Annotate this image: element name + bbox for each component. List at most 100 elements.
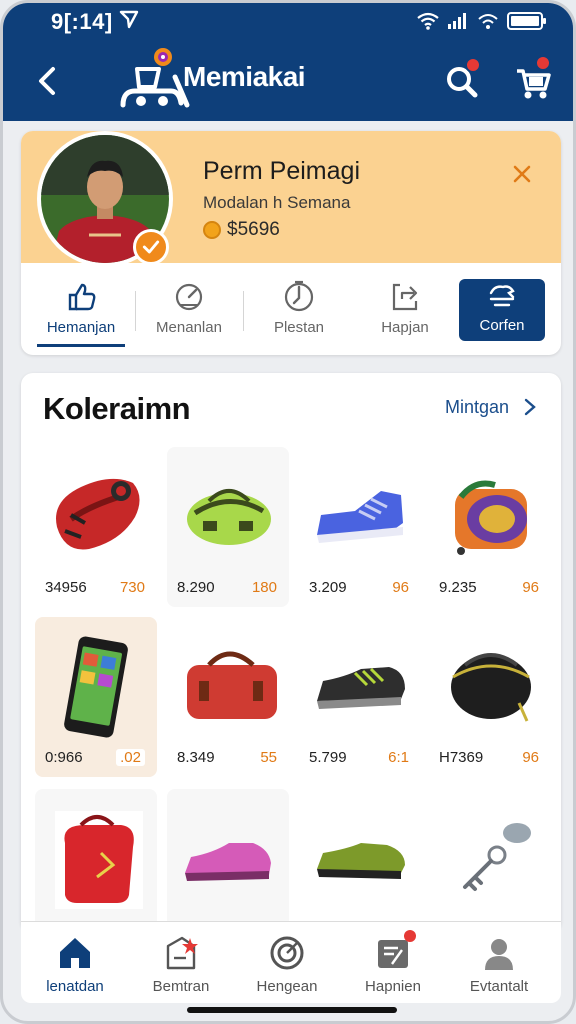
tab-label: Hemanjan (46, 319, 116, 336)
nav-label: Bemtran (152, 978, 210, 995)
signal-icon (448, 13, 466, 29)
nav-label: Hapnien (365, 978, 421, 995)
inbox-icon-wrap (374, 930, 416, 972)
see-more-link[interactable]: Mintgan (445, 397, 509, 418)
nav-label: Hengean (256, 978, 318, 995)
red-duffel-bag-icon (187, 651, 277, 719)
thumb-up-icon (68, 283, 96, 311)
profile-name: Perm Peimagi (203, 157, 360, 185)
item-quantity: 730 (119, 579, 145, 596)
pink-shoe-icon (185, 843, 271, 881)
notification-badge (404, 930, 416, 942)
collection-item[interactable]: 8.349 55 (167, 617, 289, 777)
blue-sneaker-icon (317, 491, 403, 543)
keychain-icon (463, 823, 531, 891)
brand-name: Memiakai (183, 61, 306, 92)
item-quantity: 96 (522, 579, 539, 596)
black-sneaker-icon (317, 667, 405, 709)
wifi-calling-icon (478, 14, 498, 29)
item-price: 8.290 (177, 579, 215, 596)
battery-icon (507, 12, 546, 30)
coin-icon (203, 221, 221, 239)
close-icon[interactable] (511, 163, 533, 185)
nav-item[interactable]: Evtantalt (447, 934, 551, 995)
timer-icon (284, 280, 314, 312)
profile-tabs: Hemanjan Menanlan Plestan Hapjan Corfen (21, 263, 561, 355)
user-icon (485, 939, 513, 970)
tab-hemanjan[interactable]: Hemanjan (27, 279, 135, 347)
collection-item[interactable]: 9.235 96 (429, 447, 551, 607)
brand-logo-icon (120, 48, 190, 108)
location-arrow-icon (119, 10, 139, 29)
colorful-backpack-icon (455, 480, 527, 555)
back-arrow-icon[interactable] (33, 63, 63, 99)
item-quantity: 96 (392, 579, 409, 596)
app-header: 9[:14] Memiakai (3, 3, 573, 121)
tab-label: Plestan (273, 319, 325, 336)
collection-item[interactable]: 3.209 96 (299, 447, 421, 607)
collection-item[interactable]: 8.290 180 (167, 447, 289, 607)
red-school-bag-icon (55, 811, 143, 909)
nav-item[interactable]: Hengean (235, 934, 339, 995)
target-icon (270, 936, 304, 970)
verified-badge-icon (133, 229, 169, 265)
tab-divider (243, 291, 244, 331)
collection-item[interactable] (167, 789, 289, 933)
notification-badge (465, 57, 481, 73)
share-box-icon (392, 283, 418, 311)
tab-label: Menanlan (156, 319, 222, 336)
profile-card: Perm Peimagi Modalan h Semana $5696 Hema… (21, 131, 561, 355)
green-shoe-icon (317, 843, 405, 879)
item-price: 34956 (45, 579, 87, 596)
tab-menanlan[interactable]: Menanlan (135, 279, 243, 341)
profile-coins: $5696 (227, 219, 280, 240)
item-price: 8.349 (177, 749, 215, 766)
star-tag-icon (166, 936, 198, 970)
home-icon (60, 938, 90, 968)
item-quantity: 6:1 (388, 749, 409, 766)
nav-label: lenatdan (46, 978, 104, 995)
collection-item[interactable] (35, 789, 157, 933)
item-price: 3.209 (309, 579, 347, 596)
smartphone-icon (64, 636, 128, 738)
search-button[interactable] (439, 57, 487, 105)
green-duffel-bag-icon (187, 489, 271, 545)
collection-item[interactable]: 0:966 .02 (35, 617, 157, 777)
tab-corfen[interactable]: Corfen (459, 279, 545, 341)
tab-plestan[interactable]: Plestan (245, 279, 353, 341)
wifi-icon (417, 12, 439, 30)
collection-item[interactable] (299, 789, 421, 933)
tab-label: Hapjan (381, 319, 429, 336)
cart-badge (535, 55, 551, 71)
app-screen: 9[:14] Memiakai Perm Peimagi Modalan h S… (0, 0, 576, 1024)
item-price: H7369 (439, 749, 484, 766)
collection-item[interactable] (429, 789, 551, 933)
nav-item[interactable]: Bemtran (129, 934, 233, 995)
status-icons (417, 11, 547, 31)
gauge-icon (175, 283, 203, 311)
collection-item[interactable]: H7369 96 (429, 617, 551, 777)
nav-home[interactable]: lenatdan (23, 934, 127, 995)
item-quantity: 96 (522, 749, 539, 766)
tab-label: Corfen (479, 317, 525, 334)
home-indicator[interactable] (187, 1007, 397, 1013)
item-quantity: 55 (260, 749, 277, 766)
bottom-nav: lenatdan Bemtran Hengean Hapnien Evtanta… (21, 921, 561, 1003)
nav-label: Evtantalt (469, 978, 529, 995)
red-backpack-icon (56, 478, 140, 550)
settings-icon (489, 285, 515, 307)
item-price: 5.799 (309, 749, 347, 766)
item-quantity: .02 (116, 749, 145, 766)
section-title: Koleraimn (43, 391, 191, 426)
tab-hapjan[interactable]: Hapjan (351, 279, 459, 341)
collection-item[interactable]: 34956 730 (35, 447, 157, 607)
cart-button[interactable] (509, 55, 557, 105)
chevron-right-icon[interactable] (523, 397, 537, 417)
nav-item[interactable]: Hapnien (341, 930, 445, 995)
status-bar: 9[:14] (3, 3, 573, 39)
profile-subtitle: Modalan h Semana (203, 193, 351, 212)
status-time: 9[:14] (51, 9, 113, 34)
item-price: 9.235 (439, 579, 477, 596)
collection-item[interactable]: 5.799 6:1 (299, 617, 421, 777)
item-quantity: 180 (251, 579, 277, 596)
